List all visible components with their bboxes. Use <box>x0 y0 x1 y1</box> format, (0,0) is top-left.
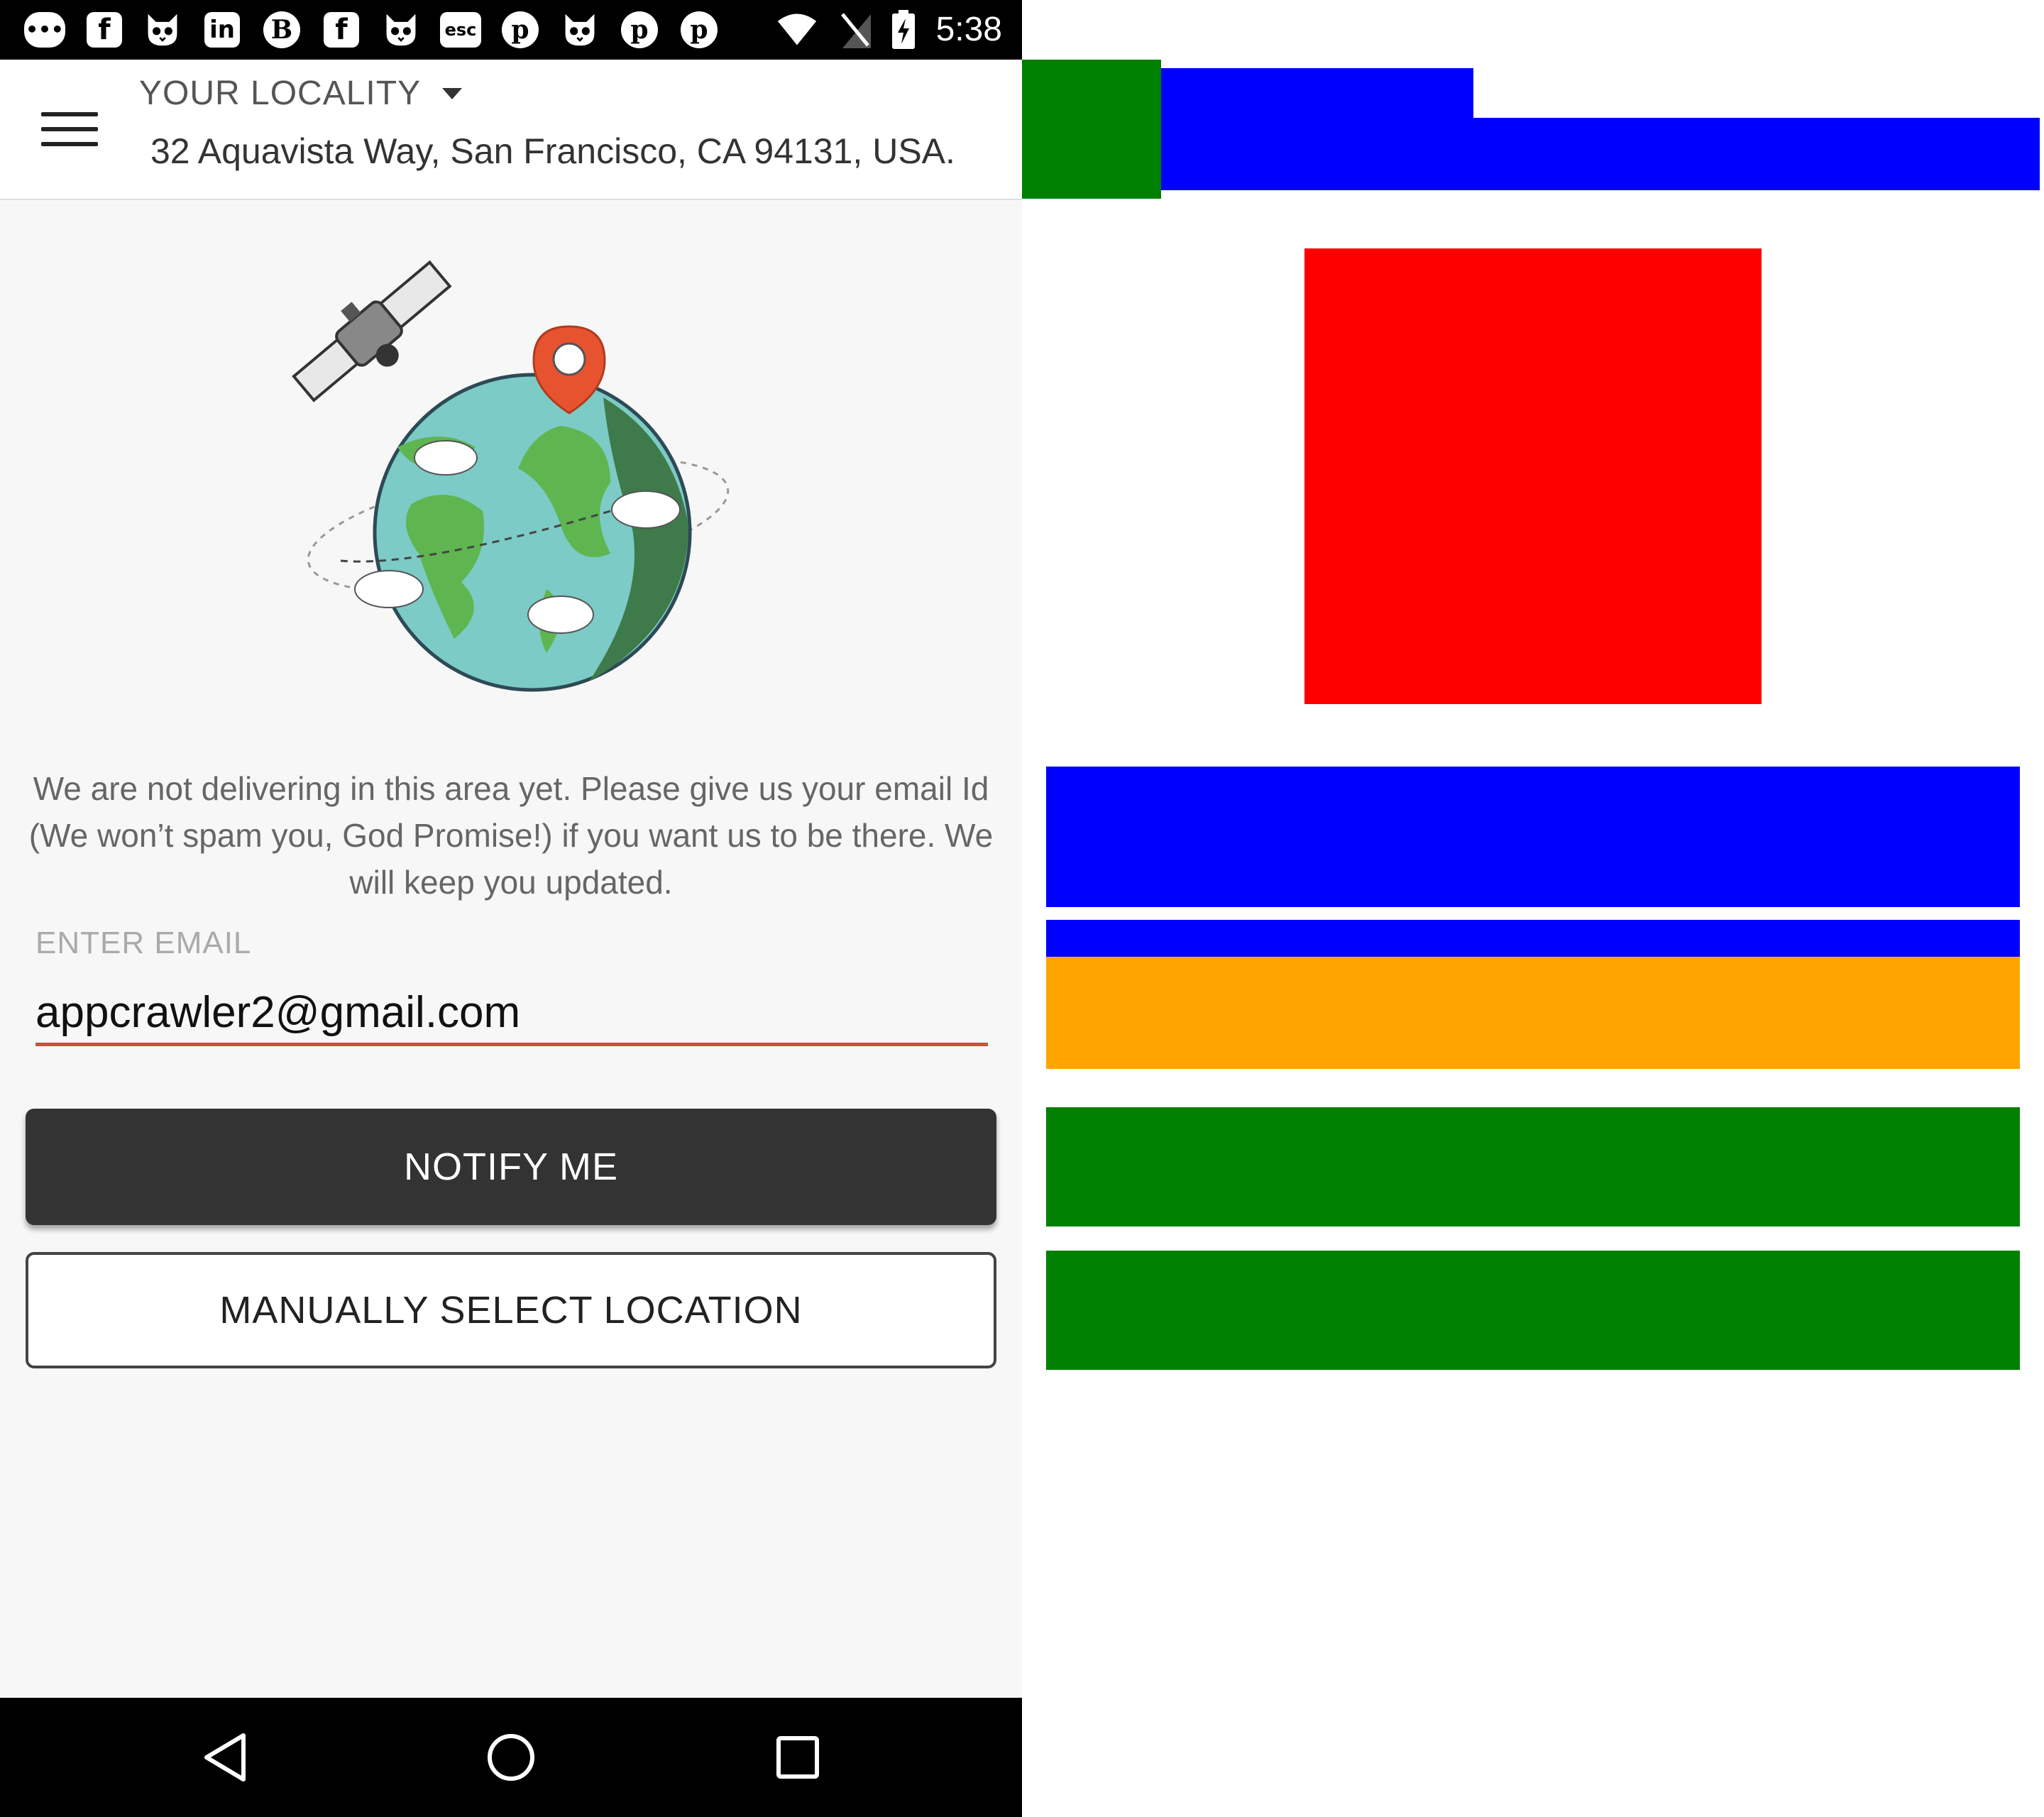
hamburger-menu-icon[interactable] <box>41 109 98 149</box>
annotation-block-address <box>1161 118 2040 190</box>
annotation-block-locality <box>1161 68 1473 119</box>
pinterest-icon: p <box>619 10 660 50</box>
globe-satellite-illustration <box>292 260 730 692</box>
annotation-block-email-input <box>1046 957 2020 1069</box>
pinterest-icon: p <box>678 10 720 50</box>
annotation-block-notify-button <box>1046 1107 2020 1226</box>
phone-screen: ••• f in B f esc p p p 5:38 YOUR LOCALIT… <box>0 0 1022 1817</box>
current-address[interactable]: 32 Aquavista Way, San Francisco, CA 9413… <box>150 131 955 172</box>
recents-icon[interactable] <box>762 1722 833 1793</box>
annotation-block-message <box>1046 767 2020 907</box>
annotation-block-illustration <box>1304 248 1762 704</box>
email-field-label: ENTER EMAIL <box>35 926 252 960</box>
caret-down-icon <box>442 87 463 99</box>
wifi-icon <box>776 10 818 50</box>
notify-me-button[interactable]: NOTIFY ME <box>26 1109 996 1225</box>
clock: 5:38 <box>935 11 1002 48</box>
pinterest-icon: p <box>500 10 541 50</box>
linkedin-icon: in <box>202 10 243 50</box>
annotation-block-email-label <box>1046 920 2020 960</box>
top-app-bar: YOUR LOCALITY 32 Aquavista Way, San Fran… <box>0 60 1022 200</box>
navigation-bar <box>0 1698 1022 1817</box>
not-delivering-message: We are not delivering in this area yet. … <box>28 770 994 901</box>
cat-face-icon <box>380 10 422 50</box>
facebook-icon: f <box>321 10 362 50</box>
cat-face-icon <box>559 10 600 50</box>
locality-label: YOUR LOCALITY <box>139 75 422 112</box>
facebook-icon: f <box>84 10 125 50</box>
esc-icon: esc <box>440 10 481 50</box>
messaging-icon: ••• <box>24 10 65 50</box>
battery-charging-icon <box>883 10 924 50</box>
b-chat-icon: B <box>261 10 302 50</box>
manually-select-location-button[interactable]: MANUALLY SELECT LOCATION <box>26 1252 996 1368</box>
annotation-block-menu <box>1022 60 1161 199</box>
status-bar: ••• f in B f esc p p p 5:38 <box>0 0 1022 60</box>
cat-face-icon <box>142 10 183 50</box>
home-icon[interactable] <box>476 1722 546 1793</box>
back-icon[interactable] <box>190 1722 261 1793</box>
locality-dropdown[interactable]: YOUR LOCALITY <box>139 74 463 113</box>
annotation-block-manual-button <box>1046 1251 2020 1370</box>
no-sim-icon <box>835 10 876 50</box>
email-field[interactable] <box>35 982 988 1046</box>
